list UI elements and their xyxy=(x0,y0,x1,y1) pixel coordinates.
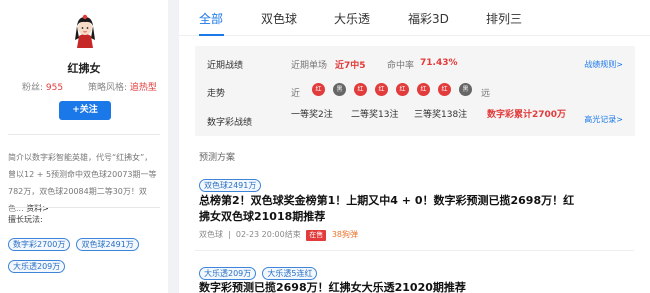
divider xyxy=(195,250,634,251)
prediction-cost: 38狗弹 xyxy=(331,230,358,239)
skills-title: 擅长玩法: xyxy=(8,215,43,224)
fans-stat: 粉丝: 955 xyxy=(22,80,63,93)
prediction-lottery: 双色球 xyxy=(199,230,223,239)
highlight-link[interactable]: 高光记录> xyxy=(584,114,623,125)
skill-tag[interactable]: 双色球2491万 xyxy=(76,238,139,251)
prediction-title[interactable]: 数字彩预测已揽2698万！红拂女大乐透21020期推荐 xyxy=(199,279,466,293)
lottery-tabs: 全部 双色球 大乐透 福彩3D 排列三 xyxy=(179,0,650,36)
skill-tag[interactable]: 大乐透209万 xyxy=(8,260,66,273)
trend-ball: 黑 xyxy=(333,83,346,96)
intro-more-link[interactable]: 资料> xyxy=(26,204,49,213)
trend-ball: 红 xyxy=(396,83,409,96)
trend-ball: 红 xyxy=(375,83,388,96)
rules-link[interactable]: 战绩规则> xyxy=(584,59,623,70)
main-content: 全部 双色球 大乐透 福彩3D 排列三 近期战绩 近期单场 近7中5 命中率 7… xyxy=(179,0,650,293)
recent-label: 近期战绩 xyxy=(207,61,244,71)
prediction-tag: 双色球2491万 xyxy=(199,179,262,192)
trend-label: 走势 xyxy=(207,89,226,99)
prediction-title[interactable]: 总榜第2！双色球奖金榜第1！上期又中4 + 0！数字彩预测已揽2698万！红拂女… xyxy=(199,193,579,225)
tab-all[interactable]: 全部 xyxy=(199,10,223,27)
record-panel: 近期战绩 近期单场 近7中5 命中率 71.43% 战绩规则> 走势 近 红 黑… xyxy=(195,46,635,136)
hit-rate-label: 命中率 xyxy=(387,61,415,71)
trend-ball: 红 xyxy=(438,83,451,96)
predictions-title: 预测方案 xyxy=(199,153,236,163)
style-label: 策略风格: xyxy=(88,83,128,93)
trend-ball: 红 xyxy=(354,83,367,96)
skill-tag[interactable]: 数字彩2700万 xyxy=(8,238,71,251)
total-winnings: 数字彩累计2700万 xyxy=(487,110,567,120)
recent-single-label: 近期单场 xyxy=(291,61,328,71)
first-prize-text: 一等奖2注 xyxy=(291,110,333,120)
first-prize: 一等奖2注 xyxy=(291,109,341,121)
tab-dlt[interactable]: 大乐透 xyxy=(334,10,370,27)
prediction-tags: 双色球2491万 xyxy=(199,173,262,195)
third-prize: 三等奖138注 xyxy=(414,110,468,120)
tab-fc3d[interactable]: 福彩3D xyxy=(408,10,449,27)
trend-near: 近 xyxy=(291,89,301,99)
prediction-meta: 双色球 | 02-23 20:00结束 在售 38狗弹 xyxy=(199,230,358,241)
divider xyxy=(8,134,160,135)
skills-tags: 数字彩2700万 双色球2491万 大乐透209万 xyxy=(8,232,163,276)
recent-single-value: 近7中5 xyxy=(335,61,366,71)
style-stat: 策略风格: 追热型 xyxy=(88,80,157,93)
author-name: 红拂女 xyxy=(67,62,101,75)
prediction-time: 02-23 20:00结束 xyxy=(235,230,301,239)
author-avatar[interactable] xyxy=(71,14,99,50)
digital-label: 数字彩战绩 xyxy=(207,118,253,128)
style-value: 追热型 xyxy=(129,83,157,93)
second-prize: 二等奖13注 xyxy=(351,110,399,120)
active-tab-indicator xyxy=(199,34,224,36)
tab-ssq[interactable]: 双色球 xyxy=(261,10,297,27)
tab-pl3[interactable]: 排列三 xyxy=(486,10,522,27)
trend-ball: 黑 xyxy=(459,83,472,96)
author-sidebar: 红拂女 粉丝: 955 策略风格: 追热型 +关注 简介以数字彩智能英雄，代号“… xyxy=(0,0,168,293)
trend-ball: 红 xyxy=(312,83,325,96)
hit-rate-value: 71.43% xyxy=(420,58,458,68)
follow-button[interactable]: +关注 xyxy=(59,101,111,120)
fans-count: 955 xyxy=(45,83,64,93)
trend-ball: 红 xyxy=(417,83,430,96)
status-badge: 在售 xyxy=(306,230,327,241)
trend-far: 远 xyxy=(481,89,491,99)
fans-label: 粉丝: xyxy=(22,83,44,93)
divider xyxy=(8,207,160,208)
